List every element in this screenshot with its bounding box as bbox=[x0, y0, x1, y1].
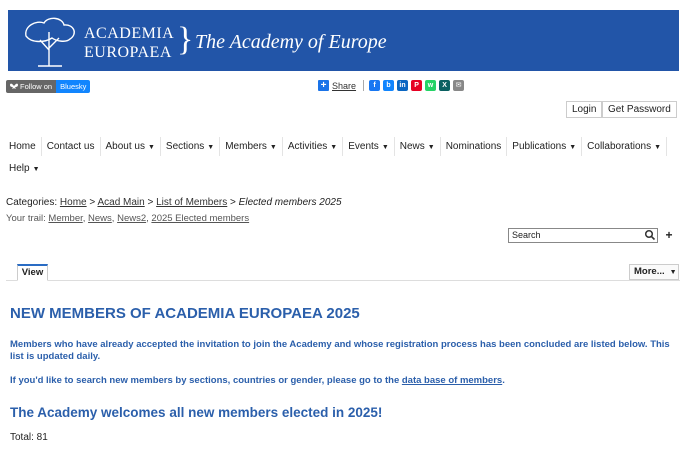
search-note: If you'd like to search new members by s… bbox=[10, 375, 505, 386]
breadcrumb-prefix: Categories: bbox=[6, 197, 58, 208]
facebook-icon[interactable]: f bbox=[369, 80, 381, 91]
trail-news2[interactable]: News2 bbox=[117, 213, 146, 224]
follow-label: Follow on bbox=[20, 82, 53, 91]
caret-down-icon: ▼ bbox=[427, 144, 435, 151]
trail-prefix: Your trail: bbox=[6, 213, 46, 224]
login-button[interactable]: Login bbox=[566, 101, 603, 118]
nav-events[interactable]: Events ▼ bbox=[343, 137, 395, 156]
caret-down-icon: ▼ bbox=[654, 144, 662, 151]
breadcrumb-home[interactable]: Home bbox=[60, 197, 87, 208]
brand-brace: } bbox=[177, 21, 194, 58]
intro-text: Members who have already accepted the in… bbox=[10, 339, 670, 362]
nav-members[interactable]: Members ▼ bbox=[220, 137, 283, 156]
breadcrumb-acad-main[interactable]: Acad Main bbox=[97, 197, 144, 208]
user-trail: Your trail: Member, News, News2, 2025 El… bbox=[6, 213, 250, 224]
caret-down-icon: ▼ bbox=[669, 269, 677, 276]
get-password-button[interactable]: Get Password bbox=[602, 101, 677, 118]
total-count: Total: 81 bbox=[10, 432, 48, 443]
main-nav: Home Contact us About us ▼ Sections ▼ Memb… bbox=[4, 137, 668, 178]
tree-logo-icon bbox=[25, 17, 75, 67]
breadcrumb-current: Elected members 2025 bbox=[238, 197, 342, 208]
nav-publications[interactable]: Publications ▼ bbox=[507, 137, 583, 156]
nav-activities[interactable]: Activities ▼ bbox=[283, 137, 344, 156]
nav-home[interactable]: Home bbox=[4, 137, 42, 156]
add-icon[interactable]: + bbox=[662, 228, 676, 243]
nav-news[interactable]: News ▼ bbox=[395, 137, 441, 156]
caret-down-icon: ▼ bbox=[32, 166, 40, 173]
caret-down-icon: ▼ bbox=[569, 144, 577, 151]
nav-contact-us[interactable]: Contact us bbox=[42, 137, 101, 156]
page-title: NEW MEMBERS OF ACADEMIA EUROPAEA 2025 bbox=[10, 305, 360, 322]
nav-collaborations[interactable]: Collaborations ▼ bbox=[582, 137, 668, 156]
search-icon[interactable] bbox=[644, 229, 656, 241]
trail-member[interactable]: Member bbox=[48, 213, 82, 224]
brand-name-line2: EUROPAEA bbox=[84, 44, 172, 61]
search-input[interactable]: Search bbox=[508, 228, 658, 243]
caret-down-icon: ▼ bbox=[269, 144, 277, 151]
breadcrumb-list-of-members[interactable]: List of Members bbox=[156, 197, 227, 208]
nav-nominations[interactable]: Nominations bbox=[441, 137, 508, 156]
nav-row-1: Home Contact us About us ▼ Sections ▼ Memb… bbox=[4, 137, 668, 156]
share-bar: + Share f b in P w X ✉ bbox=[318, 80, 465, 91]
share-plus-icon[interactable]: + bbox=[318, 80, 329, 91]
tab-divider bbox=[6, 280, 680, 281]
nav-about-us[interactable]: About us ▼ bbox=[101, 137, 161, 156]
caret-down-icon: ▼ bbox=[147, 144, 155, 151]
more-menu-button[interactable]: More... ▼ bbox=[629, 264, 679, 280]
bluesky-follow-button[interactable]: Follow on Bluesky bbox=[6, 80, 91, 93]
caret-down-icon: ▼ bbox=[381, 144, 389, 151]
caret-down-icon: ▼ bbox=[207, 144, 215, 151]
pinterest-icon[interactable]: P bbox=[411, 80, 423, 91]
breadcrumb: Categories: Home > Acad Main > List of M… bbox=[6, 197, 342, 208]
nav-sections[interactable]: Sections ▼ bbox=[161, 137, 221, 156]
email-icon[interactable]: ✉ bbox=[453, 80, 465, 91]
brand-name-line1: ACADEMIA bbox=[84, 25, 175, 42]
caret-down-icon: ▼ bbox=[330, 144, 338, 151]
linkedin-icon[interactable]: in bbox=[397, 80, 409, 91]
bluesky-icon[interactable]: b bbox=[383, 80, 395, 91]
follow-service: Bluesky bbox=[56, 80, 91, 93]
welcome-heading: The Academy welcomes all new members ele… bbox=[10, 405, 383, 420]
site-banner[interactable]: ACADEMIA EUROPAEA } The Academy of Europ… bbox=[8, 10, 679, 71]
member-database-link[interactable]: data base of members bbox=[402, 375, 502, 386]
nav-row-2: Help ▼ bbox=[4, 159, 664, 178]
whatsapp-icon[interactable]: w bbox=[425, 80, 437, 91]
butterfly-icon bbox=[10, 83, 18, 89]
xing-icon[interactable]: X bbox=[439, 80, 451, 91]
share-link[interactable]: Share bbox=[332, 81, 356, 91]
nav-help[interactable]: Help ▼ bbox=[4, 159, 45, 178]
trail-news[interactable]: News bbox=[88, 213, 112, 224]
tab-view[interactable]: View bbox=[17, 264, 48, 281]
trail-elected-members[interactable]: 2025 Elected members bbox=[151, 213, 249, 224]
brand-tagline: The Academy of Europe bbox=[195, 31, 387, 53]
share-divider bbox=[363, 80, 365, 91]
